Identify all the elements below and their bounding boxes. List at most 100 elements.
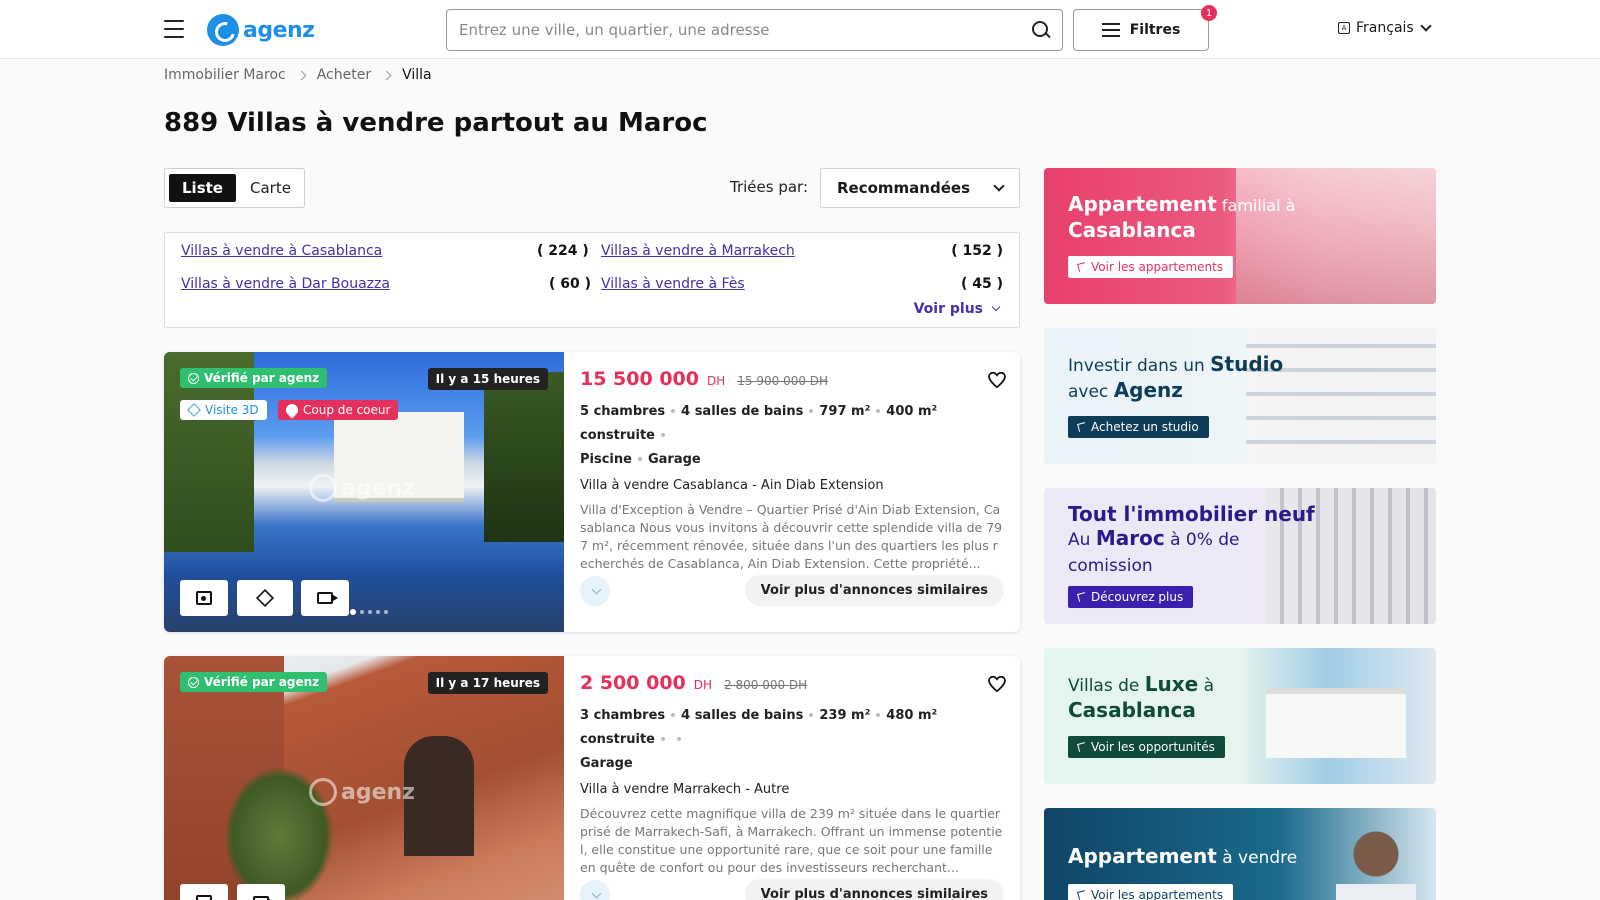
cube-icon <box>187 403 201 417</box>
listing-info: 2 500 000 DH 2 800 000 DH 3 chambres 4 sa… <box>564 656 1020 900</box>
listing-photo[interactable]: agenz Vérifié par agenz Il y a 17 heures <box>164 656 564 900</box>
promo-banner-studio[interactable]: Investir dans un Studio avec Agenz Achete… <box>1044 328 1436 464</box>
video-icon <box>253 896 274 900</box>
check-icon <box>188 372 199 384</box>
image-icon <box>196 895 212 900</box>
chevron-right-icon <box>296 70 307 80</box>
listing-info: 15 500 000 DH 15 900 000 DH 5 chambres 4 … <box>564 352 1020 632</box>
features: 3 chambres 4 salles de bains 239 m² 480 m² … <box>580 708 938 771</box>
logo[interactable]: agenz <box>207 14 315 46</box>
breadcrumb: Immobilier Maroc Acheter Villa <box>164 67 432 83</box>
chevron-down-icon <box>591 584 601 594</box>
page-title-bold: 889 Villas à vendre <box>164 108 445 138</box>
banner-title: Appartement familial à Casablanca <box>1068 192 1296 242</box>
old-price: 15 900 000 DH <box>737 374 829 388</box>
description: Villa d'Exception à Vendre – Quartier Pr… <box>580 502 1003 571</box>
city-count: ( 152 ) <box>951 243 1003 259</box>
city-links-box: Villas à vendre à Casablanca ( 224 ) Vil… <box>164 232 1020 328</box>
flame-icon <box>283 401 301 419</box>
header: agenz Filtres 1 A Français <box>0 0 1600 59</box>
view-toggle: Liste Carte <box>164 168 305 208</box>
city-link[interactable]: Villas à vendre à Dar Bouazza <box>181 276 390 292</box>
heart-icon[interactable] <box>988 371 1006 389</box>
listing-card[interactable]: agenz Vérifié par agenz Il y a 17 heures… <box>164 656 1020 900</box>
sort-value: Recommandées <box>837 179 970 197</box>
video-icon <box>317 592 338 604</box>
cube-icon <box>255 588 275 608</box>
filters-button[interactable]: Filtres <box>1073 9 1209 51</box>
city-link[interactable]: Villas à vendre à Fès <box>601 276 745 292</box>
language-selector[interactable]: A Français <box>1338 20 1432 36</box>
currency: DH <box>707 374 726 388</box>
heart-icon[interactable] <box>988 675 1006 693</box>
banner-title: Tout l'immobilier neuf Au Maroc à 0% de co… <box>1068 502 1315 576</box>
listing-photo[interactable]: agenz Vérifié par agenz Il y a 15 heures… <box>164 352 564 632</box>
filters-label: Filtres <box>1129 22 1181 38</box>
promo-banner-luxury-villas[interactable]: Villas de Luxe à Casablanca Voir les oppo… <box>1044 648 1436 784</box>
expand-button[interactable] <box>580 880 610 900</box>
chevron-down-icon <box>993 180 1005 192</box>
sort-select[interactable]: Recommandées <box>820 168 1020 208</box>
chevron-right-icon <box>381 70 392 80</box>
video-button[interactable] <box>237 884 285 900</box>
promo-banner-apartment-sale[interactable]: Appartement à vendre Voir les appartemen… <box>1044 808 1436 900</box>
city-link[interactable]: Villas à vendre à Marrakech <box>601 243 795 259</box>
see-more-link[interactable]: Voir plus <box>913 301 1001 317</box>
banner-button[interactable]: Voir les opportunités <box>1068 736 1225 758</box>
city-count: ( 45 ) <box>960 276 1003 292</box>
promo-banner-apartment-casablanca[interactable]: Appartement familial à Casablanca Voir le… <box>1044 168 1436 304</box>
photos-button[interactable] <box>180 580 228 616</box>
time-badge: Il y a 17 heures <box>427 672 548 694</box>
verified-badge: Vérifié par agenz <box>180 672 328 692</box>
banner-button[interactable]: Découvrez plus <box>1068 586 1194 608</box>
watermark: agenz <box>309 474 415 502</box>
logo-text: agenz <box>243 17 315 43</box>
similar-listings-button[interactable]: Voir plus d'annonces similaires <box>744 879 1004 900</box>
chevron-down-icon <box>591 888 601 898</box>
promo-banner-new-property[interactable]: Tout l'immobilier neuf Au Maroc à 0% de co… <box>1044 488 1436 624</box>
old-price: 2 800 000 DH <box>724 678 808 692</box>
favorite-pick-badge: Coup de coeur <box>278 400 399 420</box>
visit-3d-badge[interactable]: Visite 3D <box>180 400 267 420</box>
cursor-icon <box>1077 422 1087 432</box>
city-count: ( 60 ) <box>549 276 592 292</box>
banner-button[interactable]: Achetez un studio <box>1068 416 1209 438</box>
cursor-icon <box>1077 890 1087 900</box>
carousel-dots[interactable] <box>350 609 388 615</box>
banner-title: Villas de Luxe à Casablanca <box>1068 672 1215 722</box>
location: Villa à vendre Casablanca - Ain Diab Ext… <box>580 478 884 493</box>
page-title: 889 Villas à vendre partout au Maroc <box>164 108 708 138</box>
video-button[interactable] <box>301 580 349 616</box>
banner-title: Investir dans un Studio avec Agenz <box>1068 352 1284 402</box>
expand-button[interactable] <box>580 576 610 606</box>
banner-button[interactable]: Voir les appartements <box>1068 884 1234 900</box>
currency: DH <box>693 678 713 692</box>
search-icon[interactable] <box>1032 21 1050 39</box>
check-icon <box>188 676 199 688</box>
similar-listings-button[interactable]: Voir plus d'annonces similaires <box>744 575 1004 606</box>
menu-icon[interactable] <box>164 20 184 38</box>
3d-button[interactable] <box>237 580 293 616</box>
toggle-list[interactable]: Liste <box>169 174 236 202</box>
breadcrumb-item[interactable]: Immobilier Maroc <box>164 67 286 83</box>
image-icon <box>196 591 212 605</box>
description: Découvrez cette magnifique villa de 239 … <box>580 806 1003 875</box>
search-input[interactable] <box>459 21 1032 39</box>
price: 2 500 000 <box>580 672 686 694</box>
banner-title: Appartement à vendre <box>1068 844 1298 868</box>
cursor-icon <box>1077 742 1087 752</box>
verified-badge: Vérifié par agenz <box>180 368 328 388</box>
filter-icon <box>1101 23 1120 37</box>
price: 15 500 000 <box>580 368 699 390</box>
watermark: agenz <box>309 778 415 806</box>
toggle-map[interactable]: Carte <box>240 174 301 202</box>
see-more-label: Voir plus <box>913 301 983 317</box>
photos-button[interactable] <box>180 884 228 900</box>
cursor-icon <box>1077 592 1087 602</box>
city-link[interactable]: Villas à vendre à Casablanca <box>181 243 382 259</box>
location: Villa à vendre Marrakech - Autre <box>580 782 790 797</box>
search-bar[interactable] <box>446 9 1063 51</box>
breadcrumb-item[interactable]: Acheter <box>317 67 371 83</box>
listing-card[interactable]: agenz Vérifié par agenz Il y a 15 heures… <box>164 352 1020 632</box>
banner-button[interactable]: Voir les appartements <box>1068 256 1234 278</box>
